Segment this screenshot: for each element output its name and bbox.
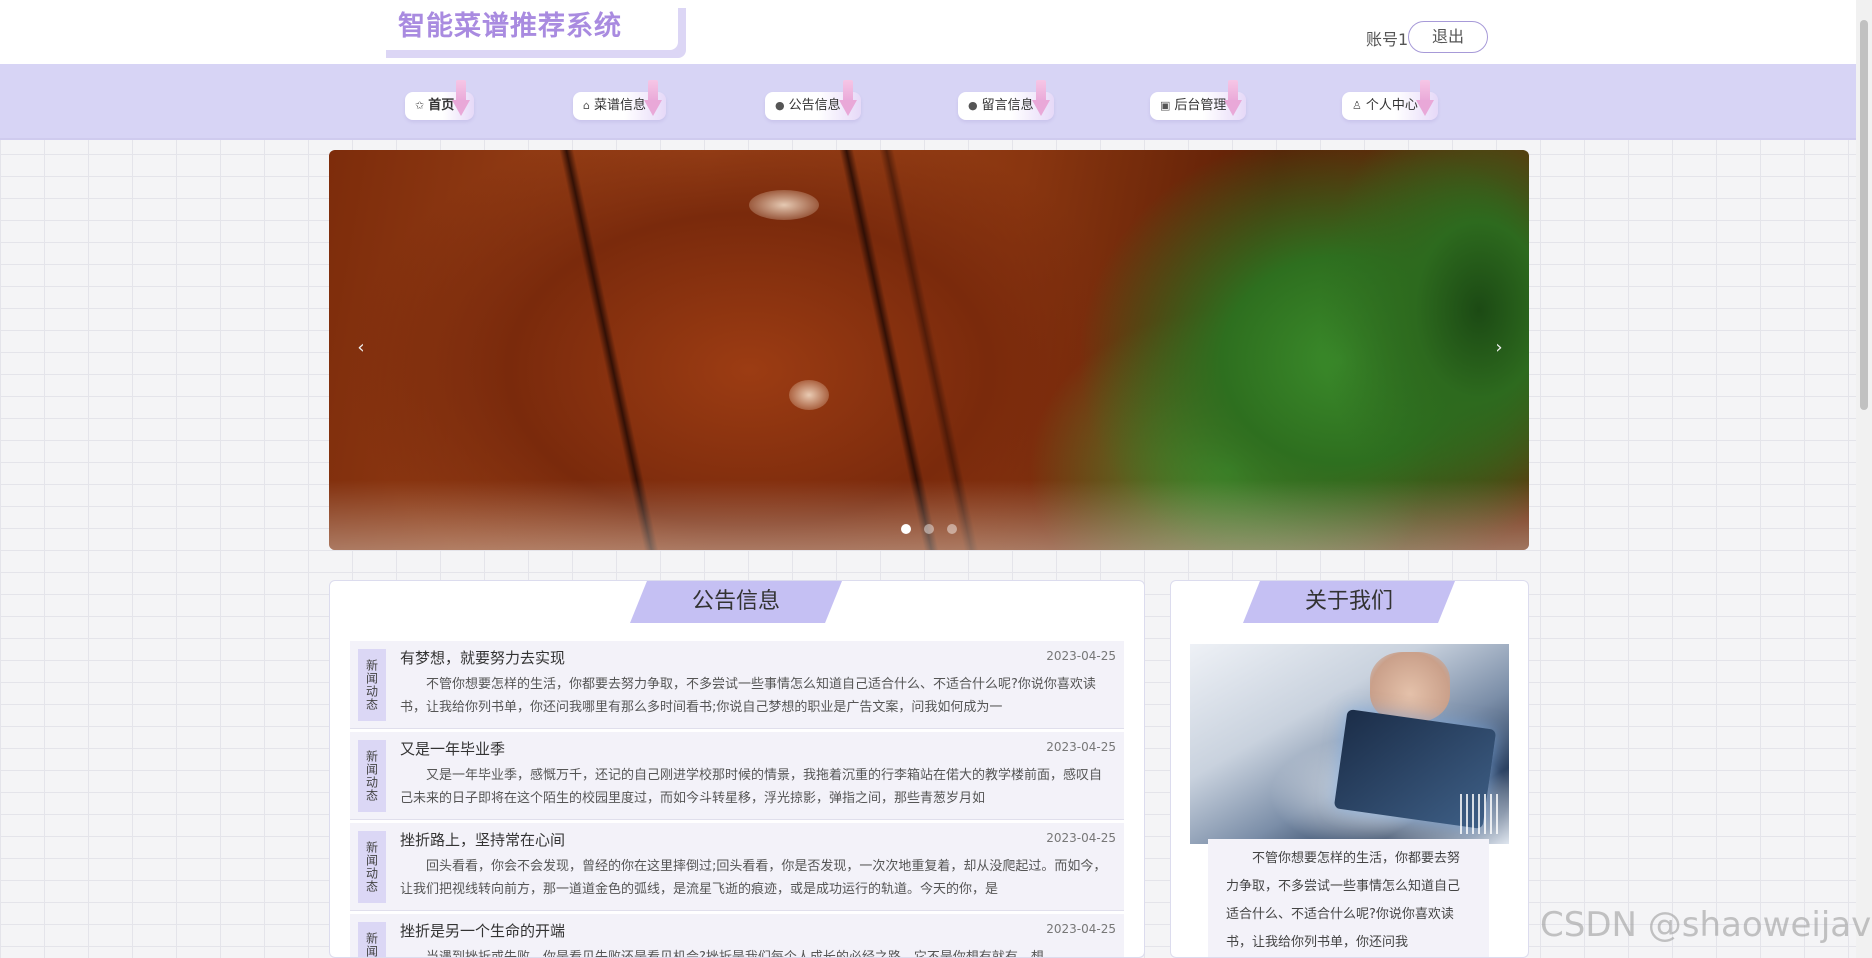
banner-image-detail [329, 480, 1529, 550]
notice-panel: 公告信息 新闻动态 有梦想，就要努力去实现 2023-04-25 不管你想要怎样… [329, 580, 1145, 958]
about-image-detail [1460, 794, 1500, 834]
app-title: 智能菜谱推荐系统 [398, 11, 622, 42]
notice-item[interactable]: 新闻动态 挫折是另一个生命的开端 2023-04-25 当遇到挫折或失败，你是看… [350, 914, 1124, 958]
logout-button[interactable]: 退出 [1408, 21, 1488, 53]
user-icon: ♙ [1352, 99, 1362, 112]
banner-dot-2[interactable] [924, 524, 934, 534]
notice-title[interactable]: 有梦想，就要努力去实现 [400, 647, 565, 668]
nav-item-label: 菜谱信息 [593, 98, 646, 113]
banner-carousel[interactable]: ‹ › [329, 150, 1529, 550]
arrow-down-icon [452, 80, 471, 118]
notice-date: 2023-04-25 [1046, 831, 1116, 845]
arrow-down-icon [1224, 80, 1243, 118]
nav-item-label: 公告信息 [788, 98, 841, 113]
about-text: 不管你想要怎样的生活，你都要去努力争取，不多尝试一些事情怎么知道自己适合什么、不… [1208, 839, 1489, 957]
watermark: CSDN @shaoweijava [1540, 905, 1872, 945]
nav-item-home[interactable]: ✩ 首页 [405, 80, 475, 120]
notice-summary: 不管你想要怎样的生活，你都要去努力争取，不多尝试一些事情怎么知道自己适合什么、不… [400, 677, 1096, 715]
nav-item-recipes[interactable]: ⌂ 菜谱信息 [573, 80, 666, 120]
bag-icon: ⌂ [583, 99, 590, 112]
banner-indicators [329, 519, 1529, 538]
banner-dot-3[interactable] [947, 524, 958, 534]
arrow-down-icon [838, 80, 857, 118]
banner-image-detail [789, 380, 829, 410]
page-scrollbar[interactable] [1856, 0, 1872, 958]
account-name: 账号1 [1366, 30, 1409, 49]
notice-summary: 又是一年毕业季，感慨万千，还记的自己刚进学校那时候的情景，我拖着沉重的行李箱站在… [400, 768, 1103, 806]
logo: 智能菜谱推荐系统 [378, 0, 678, 50]
nav-item-messages[interactable]: ● 留言信息 [958, 80, 1054, 120]
info-circle-icon: ● [775, 99, 785, 112]
notice-date: 2023-04-25 [1046, 922, 1116, 936]
about-image [1190, 644, 1509, 844]
briefcase-icon: ▣ [1160, 99, 1171, 112]
arrow-down-icon [1031, 80, 1050, 118]
question-circle-icon: ● [968, 99, 978, 112]
nav-item-notices[interactable]: ● 公告信息 [765, 80, 861, 120]
notice-item[interactable]: 新闻动态 有梦想，就要努力去实现 2023-04-25 不管你想要怎样的生活，你… [350, 641, 1124, 729]
star-icon: ✩ [415, 99, 425, 112]
about-image-detail [1370, 652, 1450, 722]
banner-prev-button[interactable]: ‹ [349, 336, 373, 360]
banner-next-button[interactable]: › [1487, 336, 1511, 360]
about-panel-title: 关于我们 [1243, 581, 1455, 623]
banner-dot-1[interactable] [900, 524, 911, 534]
scrollbar-thumb[interactable] [1860, 20, 1868, 410]
notice-title[interactable]: 挫折路上，坚持常在心间 [400, 829, 565, 850]
notice-item[interactable]: 新闻动态 挫折路上，坚持常在心间 2023-04-25 回头看看，你会不会发现，… [350, 823, 1124, 911]
arrow-down-icon [644, 80, 662, 118]
header: 智能菜谱推荐系统 账号1 退出 [0, 0, 1856, 64]
nav-item-label: 留言信息 [981, 98, 1034, 113]
nav-item-profile[interactable]: ♙ 个人中心 [1342, 80, 1438, 120]
about-panel: 关于我们 不管你想要怎样的生活，你都要去努力争取，不多尝试一些事情怎么知道自己适… [1170, 580, 1529, 958]
notice-tag: 新闻动态 [358, 740, 386, 812]
nav-item-label: 后台管理 [1174, 98, 1227, 113]
notice-summary: 当遇到挫折或失败，你是看见失败还是看见机会?挫折是我们每个人成长的必经之路，它不… [426, 950, 1044, 958]
notice-summary: 回头看看，你会不会发现，曾经的你在这里摔倒过;回头看看，你是否发现，一次次地重复… [400, 859, 1107, 897]
nav-item-label: 首页 [428, 98, 455, 113]
notice-title[interactable]: 挫折是另一个生命的开端 [400, 920, 565, 941]
notice-title[interactable]: 又是一年毕业季 [400, 738, 505, 759]
notice-tag: 新闻动态 [358, 922, 386, 957]
notice-item[interactable]: 新闻动态 又是一年毕业季 2023-04-25 又是一年毕业季，感慨万千，还记的… [350, 732, 1124, 820]
main-nav: ✩ 首页 ⌂ 菜谱信息 ● 公告信息 ● 留言信息 ▣ 后台管理 ♙ 个人中心 [0, 64, 1856, 140]
notice-date: 2023-04-25 [1046, 649, 1116, 663]
notice-tag: 新闻动态 [358, 831, 386, 903]
nav-item-label: 个人中心 [1365, 98, 1418, 113]
arrow-down-icon [1415, 80, 1434, 118]
notice-panel-title: 公告信息 [630, 581, 842, 623]
notice-tag: 新闻动态 [358, 649, 386, 721]
banner-image-detail [749, 190, 819, 220]
notice-date: 2023-04-25 [1046, 740, 1116, 754]
nav-item-admin[interactable]: ▣ 后台管理 [1150, 80, 1247, 120]
